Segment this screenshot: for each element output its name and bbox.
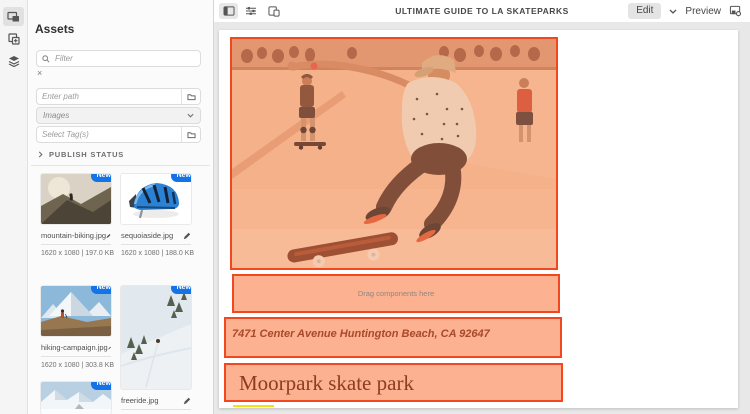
filter-input[interactable]	[50, 54, 200, 63]
hero-image-component[interactable]	[230, 37, 558, 270]
assets-panel-title: Assets	[35, 22, 75, 36]
asset-name: freeride.jpg	[121, 396, 159, 405]
asset-name: hiking-campaign.jpg	[41, 343, 108, 352]
asset-size: 1620 x 1080 | 188.0 KB	[121, 250, 195, 257]
asset-type-select[interactable]: Images	[36, 107, 201, 124]
asset-size: 1620 x 1080 | 303.8 KB	[41, 362, 115, 369]
publish-status-accordion[interactable]: PUBLISH STATUS	[38, 150, 124, 159]
browse-path-button[interactable]	[181, 89, 200, 104]
page-surface: Drag components here 7471 Center Avenue …	[219, 30, 738, 408]
new-badge: New	[170, 286, 191, 294]
asset-finder-button[interactable]	[3, 7, 24, 26]
panel-divider	[31, 165, 210, 166]
new-badge: New	[170, 174, 191, 182]
chevron-right-icon	[38, 151, 43, 158]
page-properties-button[interactable]	[241, 3, 260, 19]
edit-pencil-icon[interactable]	[106, 232, 111, 240]
path-field[interactable]	[36, 88, 201, 105]
preview-button[interactable]: Preview	[685, 6, 721, 17]
browse-tags-button[interactable]	[181, 127, 200, 142]
new-badge: New	[90, 286, 111, 294]
drop-zone-component[interactable]: Drag components here	[232, 274, 560, 313]
clear-filter-icon[interactable]: ×	[37, 69, 42, 78]
filter-field[interactable]	[36, 50, 201, 67]
folder-icon	[186, 93, 196, 100]
asset-thumbnail[interactable]: New	[121, 286, 191, 389]
address-text: 7471 Center Avenue Huntington Beach, CA …	[232, 328, 490, 340]
side-rail	[0, 0, 28, 414]
asset-thumbnail[interactable]: New	[121, 174, 191, 224]
search-icon	[42, 54, 50, 63]
edit-pencil-icon[interactable]	[183, 232, 191, 240]
asset-size: 1620 x 1080 | 197.0 KB	[41, 250, 115, 257]
components-button[interactable]	[3, 29, 24, 48]
freeride-thumbnail-art	[121, 286, 191, 389]
components-icon	[7, 32, 20, 45]
drop-zone-label: Drag components here	[357, 289, 435, 298]
edit-pencil-icon[interactable]	[183, 397, 191, 405]
new-badge: New	[90, 174, 111, 182]
mode-chevron-down-icon[interactable]	[669, 9, 677, 14]
asset-card-sequoiaside: New sequoiaside.jpg 1620 x 1080 | 188.0 …	[121, 174, 195, 257]
assets-panel: Assets × Images PUBLISH S	[28, 0, 214, 414]
asset-card-freeride: New freeride.jpg	[121, 286, 191, 410]
asset-thumbnail[interactable]: New	[41, 382, 111, 414]
asset-thumbnail[interactable]: New	[41, 286, 111, 336]
asset-finder-icon	[7, 11, 19, 21]
asset-card-hiking-campaign: New hiking-campaign.jpg 1620 x 1080 | 30…	[41, 286, 115, 369]
edit-pencil-icon[interactable]	[108, 344, 111, 352]
heading-text: Moorpark skate park	[239, 371, 414, 395]
sliders-icon	[245, 7, 256, 15]
divider-line	[233, 405, 274, 407]
emulator-button[interactable]	[264, 3, 283, 19]
tags-input[interactable]	[37, 130, 181, 139]
new-badge: New	[90, 382, 111, 390]
address-text-component[interactable]: 7471 Center Avenue Huntington Beach, CA …	[224, 317, 562, 358]
page-settings-button[interactable]	[729, 5, 742, 17]
asset-type-value: Images	[43, 111, 70, 120]
asset-name: mountain-biking.jpg	[41, 231, 107, 240]
asset-card-partial: New	[41, 382, 111, 414]
content-tree-button[interactable]	[3, 51, 24, 70]
chevron-down-icon	[187, 113, 194, 118]
heading-component[interactable]: Moorpark skate park	[224, 363, 563, 402]
path-input[interactable]	[37, 92, 181, 101]
devices-icon	[267, 5, 280, 17]
edit-mode-button[interactable]: Edit	[628, 3, 662, 19]
folder-icon	[186, 131, 196, 138]
editor-canvas: Drag components here 7471 Center Avenue …	[214, 22, 750, 414]
asset-thumbnail[interactable]: New	[41, 174, 111, 224]
asset-name: sequoiaside.jpg	[121, 231, 174, 240]
editor-toolbar: ULTIMATE GUIDE TO LA SKATEPARKS Edit Pre…	[214, 0, 750, 23]
content-tree-icon	[8, 55, 19, 67]
publish-status-label: PUBLISH STATUS	[49, 150, 125, 159]
asset-card-mountain-biking: New mountain-biking.jpg 1620 x 1080 | 19…	[41, 174, 115, 257]
page-settings-icon	[729, 5, 742, 17]
toolbar-right-controls: Edit Preview	[628, 0, 742, 22]
toggle-side-panel-button[interactable]	[219, 3, 238, 19]
side-panel-icon	[223, 6, 234, 16]
skatepark-photo	[232, 39, 556, 268]
tags-field[interactable]	[36, 126, 201, 143]
